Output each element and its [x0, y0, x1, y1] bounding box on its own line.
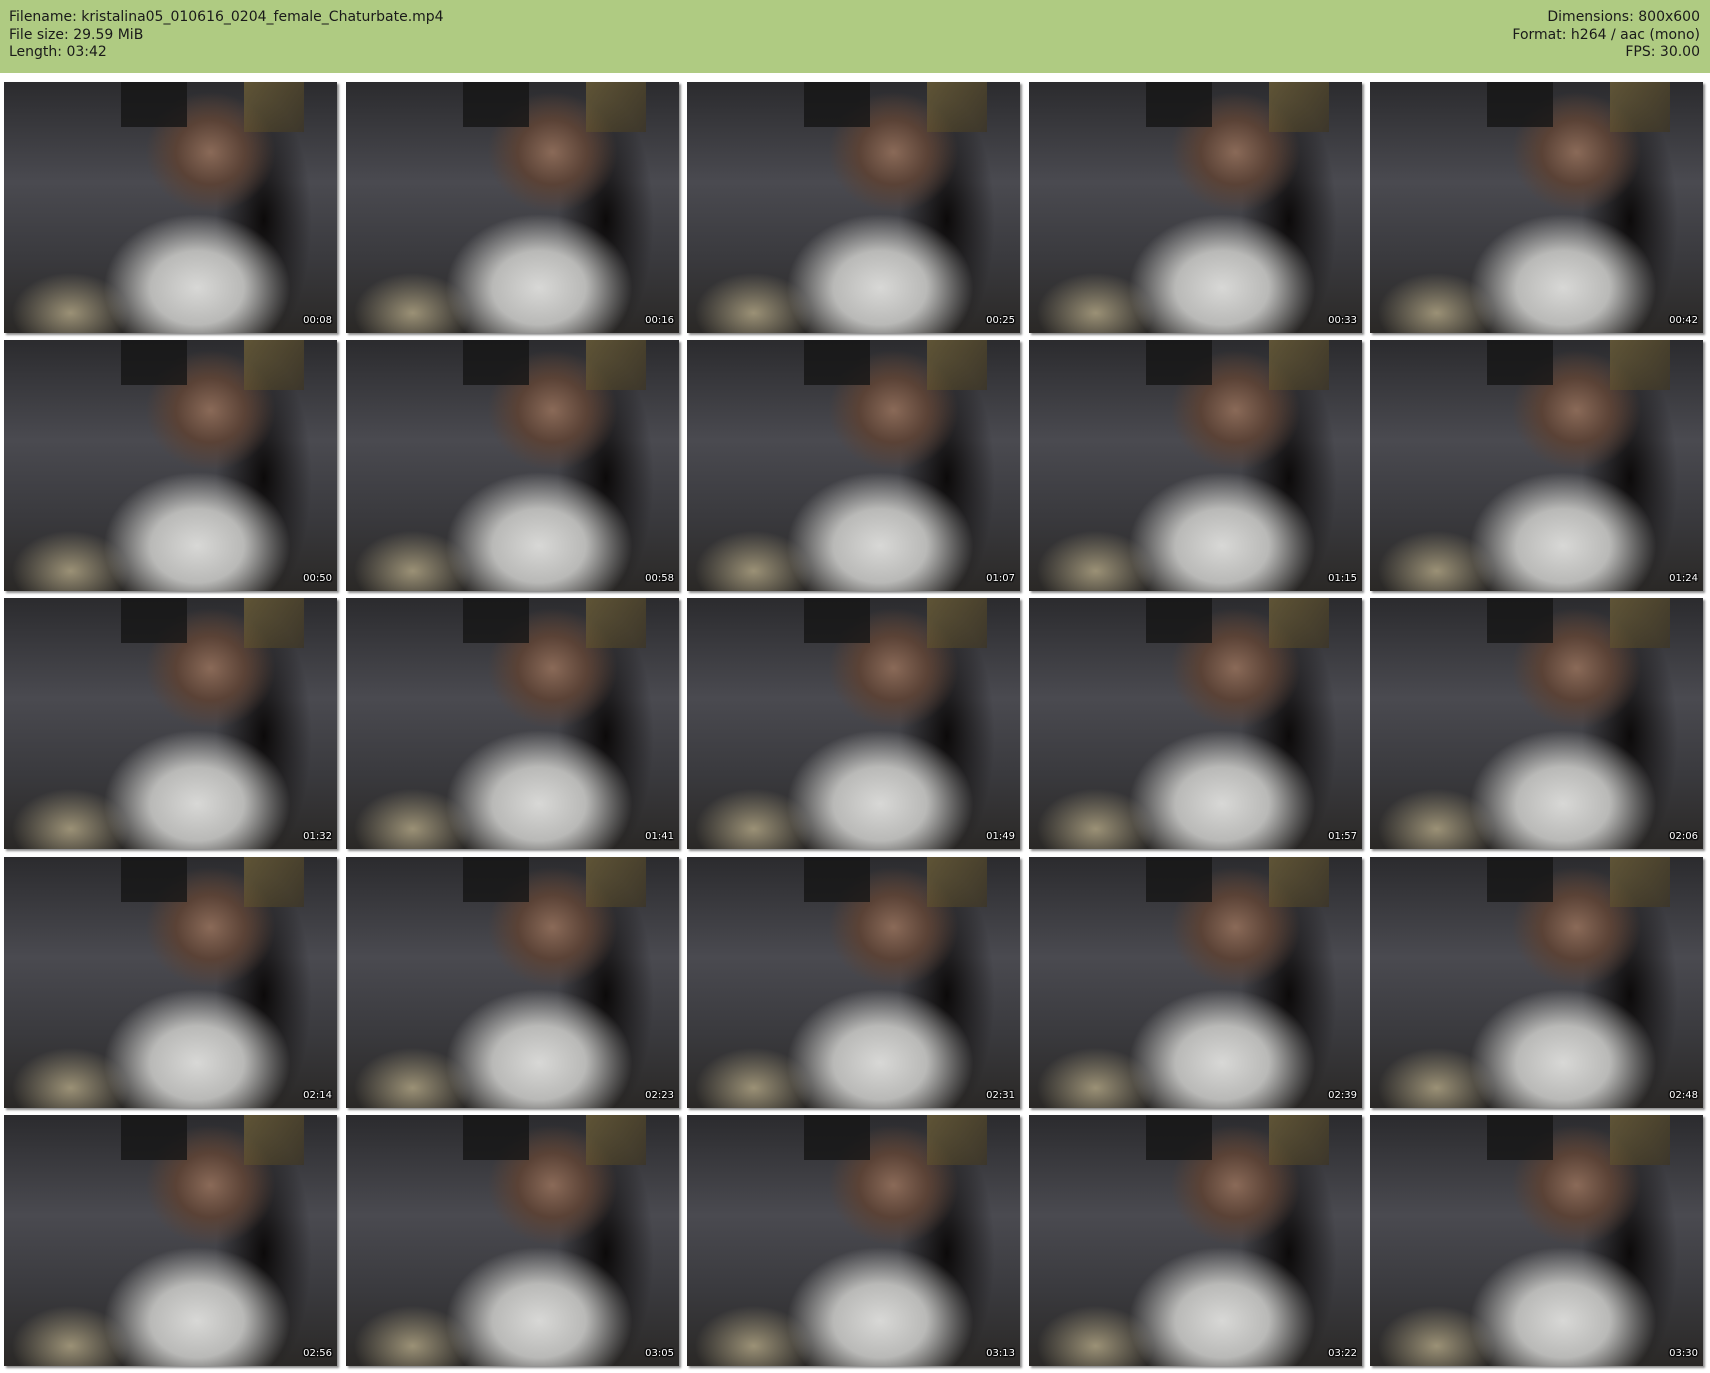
video-thumbnail: 01:32 — [4, 598, 337, 849]
video-thumbnail: 00:16 — [346, 82, 679, 333]
thumbnail-frame — [4, 1115, 337, 1366]
thumbnail-frame — [346, 598, 679, 849]
thumbnail-frame — [687, 857, 1020, 1108]
video-thumbnail: 03:22 — [1029, 1115, 1362, 1366]
thumbnail-timestamp: 03:05 — [645, 1348, 674, 1359]
filename-label: Filename: kristalina05_010616_0204_femal… — [9, 9, 444, 25]
thumbnail-timestamp: 02:23 — [645, 1090, 674, 1101]
thumbnail-timestamp: 03:22 — [1328, 1348, 1357, 1359]
thumbnail-timestamp: 00:25 — [986, 315, 1015, 326]
thumbnail-timestamp: 01:32 — [303, 831, 332, 842]
thumbnail-timestamp: 02:56 — [303, 1348, 332, 1359]
thumbnail-frame — [1370, 857, 1703, 1108]
video-thumbnail: 01:24 — [1370, 340, 1703, 591]
thumbnail-timestamp: 03:13 — [986, 1348, 1015, 1359]
thumbnail-frame — [1029, 82, 1362, 333]
dimensions-label: Dimensions: 800x600 — [1547, 9, 1700, 25]
video-thumbnail: 00:58 — [346, 340, 679, 591]
video-thumbnail: 00:08 — [4, 82, 337, 333]
thumbnail-frame — [4, 598, 337, 849]
filesize-label: File size: 29.59 MiB — [9, 26, 144, 43]
thumbnail-frame — [687, 340, 1020, 591]
thumbnail-frame — [346, 82, 679, 333]
thumbnail-timestamp: 02:31 — [986, 1090, 1015, 1101]
thumbnail-frame — [687, 598, 1020, 849]
thumbnail-frame — [687, 1115, 1020, 1366]
thumbnail-frame — [4, 82, 337, 333]
file-info: Filename: kristalina05_010616_0204_femal… — [9, 9, 444, 62]
thumbnail-frame — [1029, 1115, 1362, 1366]
thumbnail-timestamp: 01:49 — [986, 831, 1015, 842]
thumbnail-frame — [1370, 1115, 1703, 1366]
thumbnail-timestamp: 01:15 — [1328, 573, 1357, 584]
thumbnail-timestamp: 01:07 — [986, 573, 1015, 584]
thumbnail-timestamp: 01:41 — [645, 831, 674, 842]
thumbnail-timestamp: 02:06 — [1669, 831, 1698, 842]
thumbnail-timestamp: 01:57 — [1328, 831, 1357, 842]
thumbnail-timestamp: 01:24 — [1669, 573, 1698, 584]
thumbnail-grid: 00:08 00:16 00:25 00:33 00:42 00:50 00:58 01:07… — [4, 82, 1707, 1369]
video-thumbnail: 03:30 — [1370, 1115, 1703, 1366]
thumbnail-frame — [346, 1115, 679, 1366]
thumbnail-timestamp: 02:14 — [303, 1090, 332, 1101]
stream-info: Dimensions: 800x600 Format: h264 / aac (… — [1512, 9, 1700, 62]
video-thumbnail: 02:31 — [687, 857, 1020, 1108]
thumbnail-frame — [687, 82, 1020, 333]
thumbnail-frame — [346, 340, 679, 591]
video-thumbnail: 01:15 — [1029, 340, 1362, 591]
thumbnail-frame — [1029, 340, 1362, 591]
video-thumbnail: 01:57 — [1029, 598, 1362, 849]
thumbnail-timestamp: 00:42 — [1669, 315, 1698, 326]
thumbnail-frame — [4, 857, 337, 1108]
video-thumbnail: 00:25 — [687, 82, 1020, 333]
video-thumbnail: 02:48 — [1370, 857, 1703, 1108]
thumbnail-timestamp: 02:39 — [1328, 1090, 1357, 1101]
video-thumbnail: 00:42 — [1370, 82, 1703, 333]
fps-label: FPS: 30.00 — [1625, 44, 1700, 60]
video-thumbnail: 02:23 — [346, 857, 679, 1108]
video-thumbnail: 03:05 — [346, 1115, 679, 1366]
thumbnail-frame — [1029, 598, 1362, 849]
thumbnail-timestamp: 00:50 — [303, 573, 332, 584]
thumbnail-frame — [4, 340, 337, 591]
thumbnail-timestamp: 00:08 — [303, 315, 332, 326]
video-thumbnail: 00:50 — [4, 340, 337, 591]
video-thumbnail: 00:33 — [1029, 82, 1362, 333]
video-thumbnail: 02:14 — [4, 857, 337, 1108]
thumbnail-timestamp: 02:48 — [1669, 1090, 1698, 1101]
video-thumbnail: 03:13 — [687, 1115, 1020, 1366]
video-thumbnail: 02:56 — [4, 1115, 337, 1366]
thumbnail-frame — [346, 857, 679, 1108]
thumbnail-frame — [1370, 340, 1703, 591]
video-thumbnail: 02:06 — [1370, 598, 1703, 849]
video-thumbnail: 02:39 — [1029, 857, 1362, 1108]
thumbnail-timestamp: 00:58 — [645, 573, 674, 584]
thumbnail-frame — [1370, 598, 1703, 849]
length-label: Length: 03:42 — [9, 44, 107, 60]
thumbnail-timestamp: 03:30 — [1669, 1348, 1698, 1359]
format-label: Format: h264 / aac (mono) — [1512, 26, 1700, 43]
video-thumbnail: 01:49 — [687, 598, 1020, 849]
video-thumbnail: 01:41 — [346, 598, 679, 849]
video-thumbnail: 01:07 — [687, 340, 1020, 591]
thumbnail-timestamp: 00:33 — [1328, 315, 1357, 326]
thumbnail-timestamp: 00:16 — [645, 315, 674, 326]
info-header: Filename: kristalina05_010616_0204_femal… — [0, 0, 1710, 73]
thumbnail-frame — [1370, 82, 1703, 333]
thumbnail-frame — [1029, 857, 1362, 1108]
